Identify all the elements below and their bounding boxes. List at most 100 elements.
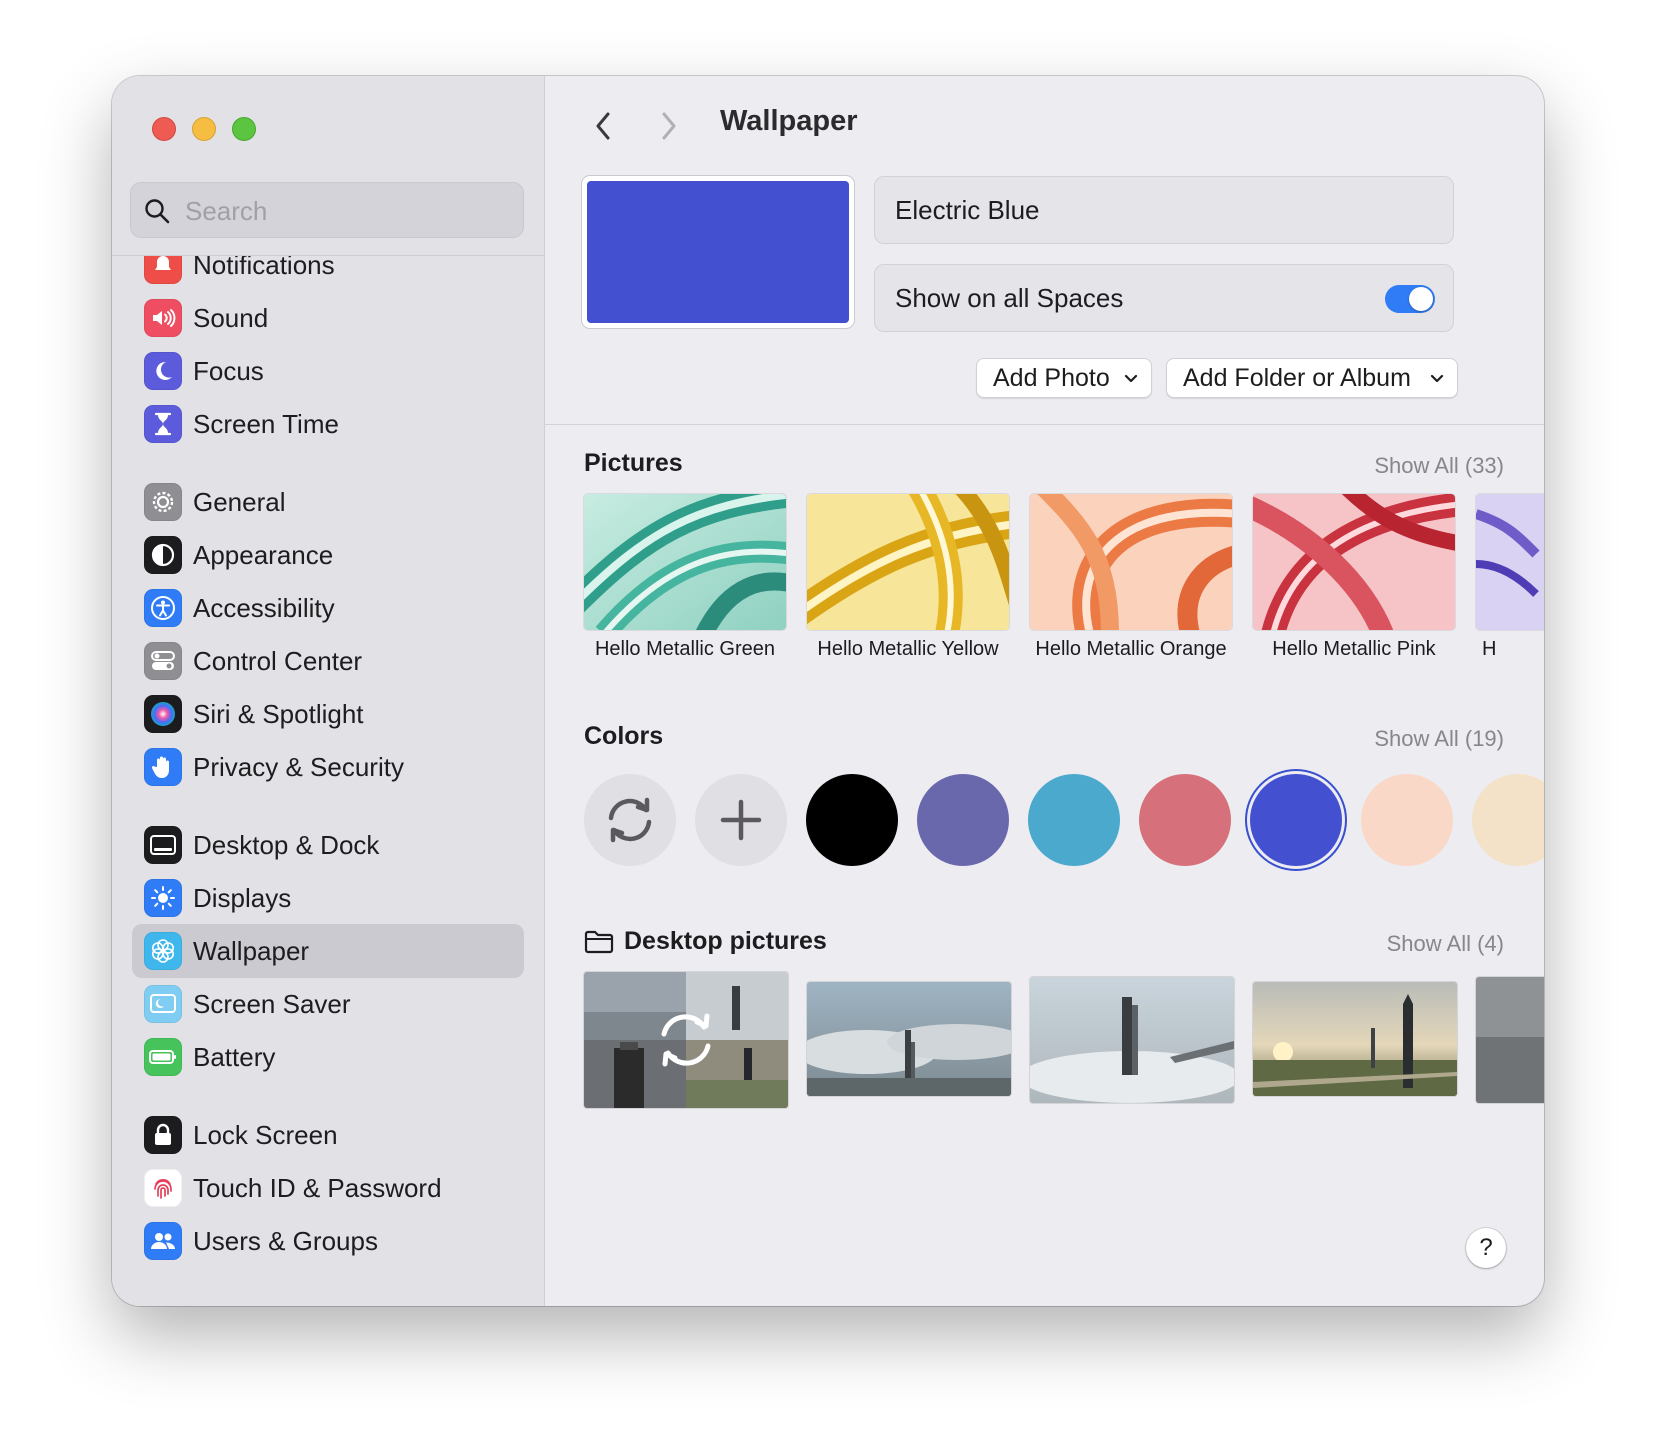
metallic-pink-image [1253, 494, 1455, 630]
sidebar-item-focus[interactable]: Focus [132, 344, 524, 398]
wallpaper-name-field: Electric Blue [874, 176, 1454, 244]
metallic-green-image [584, 494, 786, 630]
add-photo-button[interactable]: Add Photo [976, 358, 1152, 398]
forward-button[interactable] [652, 106, 686, 146]
flower-icon [144, 932, 182, 970]
search-input[interactable] [183, 183, 517, 239]
desktop-picture-partial-image [1476, 977, 1544, 1103]
sidebar-item-accessibility[interactable]: Accessibility [132, 581, 524, 635]
add-folder-label: Add Folder or Album [1183, 363, 1411, 392]
fingerprint-icon [144, 1169, 182, 1207]
sidebar-item-label: Touch ID & Password [193, 1172, 442, 1203]
add-photo-label: Add Photo [993, 363, 1110, 392]
picture-label: Hello Metallic Green [594, 638, 776, 660]
color-swatch[interactable] [917, 774, 1009, 866]
toggles-icon [144, 642, 182, 680]
desktop-picture-partial[interactable] [1476, 977, 1544, 1103]
sidebar-item-label: Users & Groups [193, 1225, 378, 1256]
sidebar-item-label: Desktop & Dock [193, 829, 380, 860]
picture-label: Hello Metallic Yellow [817, 638, 999, 660]
desktop-pictures-label: Desktop pictures [624, 927, 827, 955]
sidebar-item-sound[interactable]: Sound [132, 291, 524, 345]
system-settings-window: Notifications Sound Focus [112, 76, 1544, 1306]
battery-icon [144, 1038, 182, 1076]
pictures-title: Pictures [584, 449, 683, 477]
color-swatch[interactable] [1139, 774, 1231, 866]
add-folder-album-button[interactable]: Add Folder or Album [1166, 358, 1458, 398]
sidebar-item-battery[interactable]: Battery [132, 1030, 524, 1084]
color-swatch[interactable] [806, 774, 898, 866]
folder-icon [584, 930, 614, 953]
pictures-show-all[interactable]: Show All (33) [1374, 453, 1504, 479]
sidebar-item-appearance[interactable]: Appearance [132, 528, 524, 582]
close-window-button[interactable] [152, 117, 176, 141]
sidebar-item-label: Notifications [193, 256, 335, 280]
sidebar-item-label: Displays [193, 882, 292, 913]
colors-show-all[interactable]: Show All (19) [1374, 726, 1504, 752]
desktop-pictures-show-all[interactable]: Show All (4) [1387, 931, 1504, 957]
chevron-down-icon [1124, 374, 1138, 383]
color-swatch[interactable] [1028, 774, 1120, 866]
screensaver-icon [144, 985, 182, 1023]
wallpaper-name: Electric Blue [895, 194, 1040, 225]
sun-icon [144, 879, 182, 917]
sidebar-item-screen-time[interactable]: Screen Time [132, 397, 524, 451]
back-button[interactable] [586, 106, 620, 146]
sidebar-item-label: Screen Saver [193, 988, 351, 1019]
show-on-all-spaces-toggle[interactable] [1385, 285, 1435, 313]
sidebar-item-screen-saver[interactable]: Screen Saver [132, 977, 524, 1031]
sidebar-item-label: Focus [193, 355, 264, 386]
chevron-left-icon [596, 112, 610, 140]
show-on-all-spaces-row: Show on all Spaces [874, 264, 1454, 332]
desktop-picture-3[interactable] [1030, 977, 1234, 1103]
gear-icon [144, 483, 182, 521]
plus-icon [720, 799, 762, 841]
search-icon [145, 199, 170, 224]
color-swatch[interactable] [1250, 774, 1342, 866]
desktop-picture-2-image [807, 982, 1011, 1096]
sidebar-item-users-groups[interactable]: Users & Groups [132, 1214, 524, 1268]
picture-thumb-partial[interactable] [1476, 494, 1544, 630]
desktop-pictures-title: Desktop pictures [584, 927, 827, 956]
sidebar-item-label: Siri & Spotlight [193, 698, 364, 729]
hand-icon [144, 748, 182, 786]
wallpaper-preview-swatch [587, 181, 849, 323]
sidebar-item-touch-id[interactable]: Touch ID & Password [132, 1161, 524, 1215]
sidebar-item-desktop-dock[interactable]: Desktop & Dock [132, 818, 524, 872]
zoom-window-button[interactable] [232, 117, 256, 141]
picture-thumb-metallic-orange[interactable] [1030, 494, 1232, 630]
desktop-picture-shuffle[interactable] [584, 972, 788, 1108]
picture-thumb-metallic-green[interactable] [584, 494, 786, 630]
picture-thumb-metallic-pink[interactable] [1253, 494, 1455, 630]
picture-label: H [1482, 638, 1497, 660]
picture-thumb-metallic-yellow[interactable] [807, 494, 1009, 630]
sidebar-item-control-center[interactable]: Control Center [132, 634, 524, 688]
sidebar-item-label: General [193, 486, 286, 517]
dock-icon [144, 826, 182, 864]
sidebar-item-displays[interactable]: Displays [132, 871, 524, 925]
search-field[interactable] [130, 182, 524, 239]
sidebar-item-label: Accessibility [193, 592, 335, 623]
color-swatch[interactable] [1472, 774, 1544, 866]
chevron-right-icon [662, 112, 676, 140]
help-button[interactable]: ? [1466, 1228, 1506, 1268]
main-content: Wallpaper Electric Blue Show on all Spac… [544, 76, 1544, 1306]
sidebar-item-general[interactable]: General [132, 475, 524, 529]
sidebar-item-notifications[interactable]: Notifications [132, 256, 524, 292]
desktop-picture-4[interactable] [1253, 982, 1457, 1096]
color-swatch[interactable] [1361, 774, 1453, 866]
desktop-picture-4-image [1253, 982, 1457, 1096]
metallic-yellow-image [807, 494, 1009, 630]
desktop-picture-2[interactable] [807, 982, 1011, 1096]
sidebar-item-lock-screen[interactable]: Lock Screen [132, 1108, 524, 1162]
sidebar-item-label: Appearance [193, 539, 334, 570]
sidebar-item-wallpaper[interactable]: Wallpaper [132, 924, 524, 978]
picture-label: Hello Metallic Orange [1035, 638, 1227, 660]
minimize-window-button[interactable] [192, 117, 216, 141]
sidebar-item-privacy-security[interactable]: Privacy & Security [132, 740, 524, 794]
dynamic-color-button[interactable] [584, 774, 676, 866]
toggle-knob [1409, 287, 1433, 311]
sidebar-item-siri-spotlight[interactable]: Siri & Spotlight [132, 687, 524, 741]
add-color-button[interactable] [695, 774, 787, 866]
desktop-shuffle-image [584, 972, 788, 1108]
